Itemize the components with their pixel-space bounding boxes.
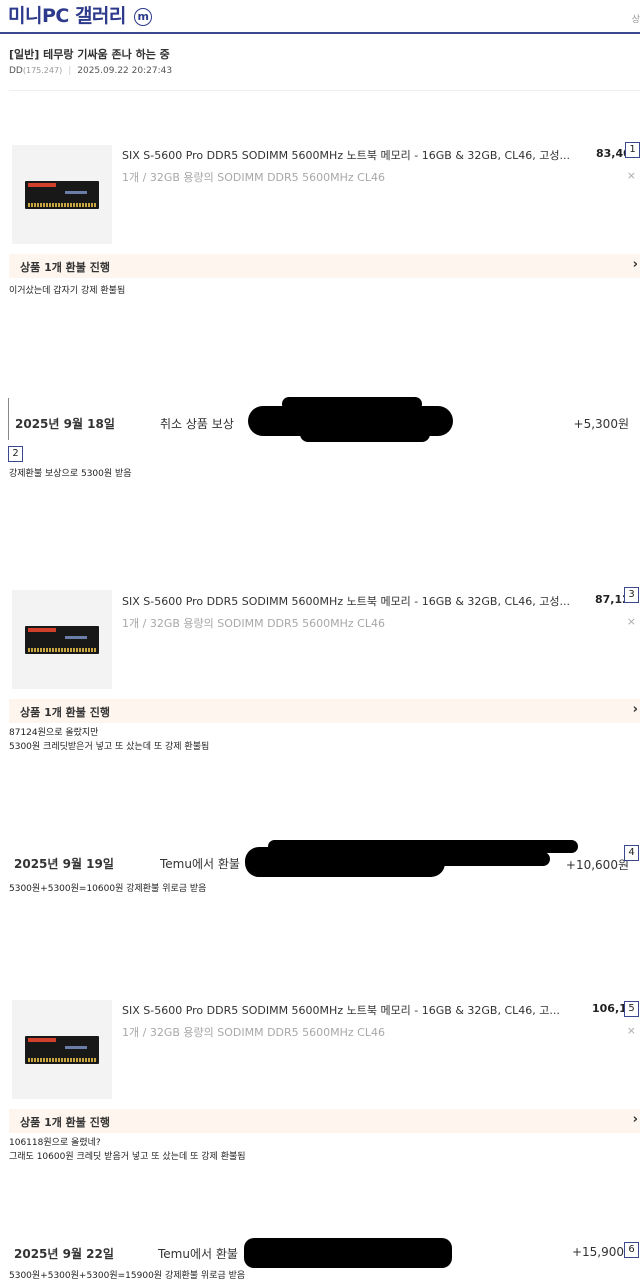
product-option: 1개 / 32GB 용량의 SODIMM DDR5 5600MHz CL46: [122, 171, 385, 184]
refund-status-bar[interactable]: 상품 1개 환불 진행 ›: [9, 254, 640, 278]
reward-amount: +10,600원: [565, 858, 629, 872]
refund-status-label: 상품 1개 환불 진행: [20, 706, 110, 719]
caption-text: 5300원+5300원+5300원=15900원 강제환불 위로금 받음: [9, 1271, 246, 1280]
post-datetime: 2025.09.22 20:27:43: [77, 66, 173, 76]
ram-module-icon: [25, 1036, 99, 1064]
annotation-marker: 3: [624, 587, 639, 603]
redaction-mark: [282, 397, 422, 411]
reward-amount: +15,900: [571, 1245, 624, 1259]
chevron-right-icon: ›: [632, 702, 638, 717]
reward-date: 2025년 9월 19일: [14, 857, 114, 871]
product-thumbnail[interactable]: [12, 590, 112, 689]
product-title[interactable]: SIX S-5600 Pro DDR5 SODIMM 5600MHz 노트북 메…: [122, 147, 592, 163]
remove-icon[interactable]: ×: [627, 1024, 636, 1037]
header-divider: [9, 90, 640, 91]
redaction-mark: [300, 426, 430, 442]
caption-text: 5300원 크레딧받은거 넣고 또 샀는데 또 강제 환불됨: [9, 742, 210, 752]
post-title: [일반] 테무랑 기싸움 존나 하는 중: [9, 48, 170, 61]
post-meta: DD(175.247) | 2025.09.22 20:27:43: [9, 66, 172, 76]
post-author-ip: (175.247): [22, 66, 63, 75]
caption-text: 87124원으로 올랐지만: [9, 728, 99, 738]
refund-status-bar[interactable]: 상품 1개 환불 진행 ›: [9, 699, 640, 723]
annotation-marker: 5: [624, 1001, 639, 1017]
product-thumbnail[interactable]: [12, 145, 112, 244]
reward-label: 취소 상품 보상: [160, 417, 234, 431]
product-title[interactable]: SIX S-5600 Pro DDR5 SODIMM 5600MHz 노트북 메…: [122, 593, 592, 609]
caption-text: 그래도 10600원 크레딧 받음거 넣고 또 샀는데 또 강제 환불됨: [9, 1152, 246, 1162]
caption-text: 강제환불 보상으로 5300원 받음: [9, 469, 132, 479]
remove-icon[interactable]: ×: [627, 169, 636, 182]
post-author[interactable]: DD: [9, 66, 23, 76]
annotation-marker: 6: [624, 1242, 639, 1258]
annotation-marker: 4: [624, 845, 639, 861]
ram-module-icon: [25, 626, 99, 654]
header-edge-text: 상: [631, 15, 640, 25]
gallery-header: 미니PC 갤러리 m 상: [0, 0, 640, 34]
row-divider: [8, 398, 9, 440]
reward-label: Temu에서 환불: [158, 1247, 238, 1261]
reward-label: Temu에서 환불: [160, 857, 240, 871]
redaction-mark: [330, 852, 550, 866]
product-price: 106,1: [592, 1002, 627, 1015]
annotation-marker: 1: [625, 142, 640, 158]
refund-status-label: 상품 1개 환불 진행: [20, 1116, 110, 1129]
caption-text: 이거샀는데 갑자기 강제 환불됨: [9, 286, 126, 296]
chevron-right-icon: ›: [632, 257, 638, 272]
redaction-mark: [244, 1238, 452, 1268]
reward-date: 2025년 9월 22일: [14, 1247, 114, 1261]
gallery-title[interactable]: 미니PC 갤러리 m: [8, 1, 153, 28]
product-thumbnail[interactable]: [12, 1000, 112, 1099]
product-title[interactable]: SIX S-5600 Pro DDR5 SODIMM 5600MHz 노트북 메…: [122, 1002, 592, 1018]
reward-date: 2025년 9월 18일: [15, 417, 115, 431]
annotation-marker: 2: [8, 446, 23, 462]
caption-text: 106118원으로 올렸네?: [9, 1138, 101, 1148]
minor-gallery-badge-icon: m: [134, 8, 153, 26]
gallery-title-text[interactable]: 미니PC 갤러리: [8, 5, 126, 27]
refund-status-bar[interactable]: 상품 1개 환불 진행 ›: [9, 1109, 640, 1133]
product-option: 1개 / 32GB 용량의 SODIMM DDR5 5600MHz CL46: [122, 1026, 385, 1039]
chevron-right-icon: ›: [632, 1112, 638, 1127]
meta-divider: |: [68, 66, 72, 76]
remove-icon[interactable]: ×: [627, 615, 636, 628]
ram-module-icon: [25, 181, 99, 209]
reward-amount: +5,300원: [573, 417, 629, 431]
caption-text: 5300원+5300원=10600원 강제환불 위로금 받음: [9, 884, 207, 894]
product-option: 1개 / 32GB 용량의 SODIMM DDR5 5600MHz CL46: [122, 617, 385, 630]
refund-status-label: 상품 1개 환불 진행: [20, 261, 110, 274]
